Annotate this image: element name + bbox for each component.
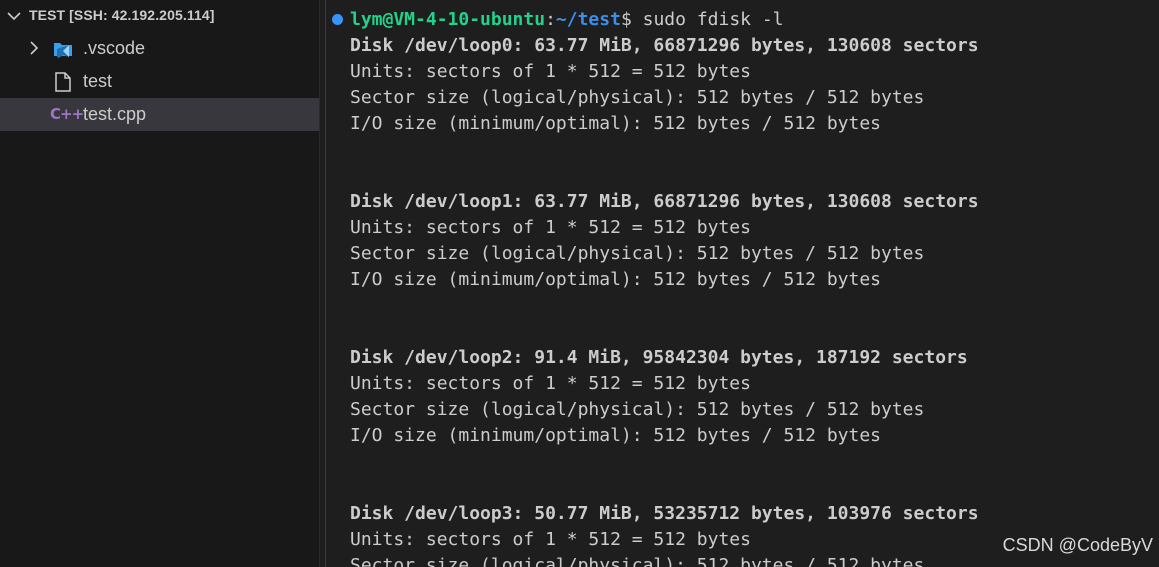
prompt-path: ~/test bbox=[555, 9, 621, 30]
folder-title: TEST [SSH: 42.192.205.114] bbox=[29, 7, 215, 23]
explorer-sidebar: TEST [SSH: 42.192.205.114] .vscode test … bbox=[0, 0, 319, 567]
prompt-command: sudo fdisk -l bbox=[631, 9, 784, 30]
chevron-down-icon[interactable] bbox=[6, 8, 22, 24]
terminal-output-line: Sector size (logical/physical): 512 byte… bbox=[350, 399, 925, 420]
terminal-output-line: Disk /dev/loop1: 63.77 MiB, 66871296 byt… bbox=[350, 191, 979, 212]
watermark: CSDN @CodeByV bbox=[1002, 535, 1153, 555]
tree-item-test-file[interactable]: test bbox=[0, 65, 319, 98]
terminal-prompt-line: lym@VM-4-10-ubuntu:~/test$ sudo fdisk -l bbox=[350, 7, 784, 33]
tree-item-label: test bbox=[83, 71, 113, 91]
terminal-output-line: I/O size (minimum/optimal): 512 bytes / … bbox=[350, 425, 882, 446]
terminal-output-line: Sector size (logical/physical): 512 byte… bbox=[350, 555, 925, 567]
tree-item-label: test.cpp bbox=[83, 104, 147, 124]
terminal-output-line: Units: sectors of 1 * 512 = 512 bytes bbox=[350, 61, 751, 82]
cpp-file-icon: C++ bbox=[50, 105, 84, 123]
file-icon bbox=[55, 72, 71, 92]
terminal-output-line: Sector size (logical/physical): 512 byte… bbox=[350, 243, 925, 264]
sidebar-divider[interactable] bbox=[319, 0, 320, 567]
terminal-output-line: I/O size (minimum/optimal): 512 bytes / … bbox=[350, 269, 882, 290]
terminal-output-line: Units: sectors of 1 * 512 = 512 bytes bbox=[350, 373, 751, 394]
terminal-output-line: Disk /dev/loop0: 63.77 MiB, 66871296 byt… bbox=[350, 35, 979, 56]
prompt-user-host: lym@VM-4-10-ubuntu bbox=[350, 9, 546, 30]
tree-item-label: .vscode bbox=[83, 38, 146, 58]
panel-divider bbox=[325, 0, 326, 567]
terminal-panel[interactable]: lym@VM-4-10-ubuntu:~/test$ sudo fdisk -l… bbox=[330, 0, 1159, 567]
terminal-output-line: Disk /dev/loop2: 91.4 MiB, 95842304 byte… bbox=[350, 347, 968, 368]
prompt-dollar: $ bbox=[620, 9, 632, 30]
folder-header[interactable]: TEST [SSH: 42.192.205.114] bbox=[0, 0, 319, 32]
terminal-output-line: Units: sectors of 1 * 512 = 512 bytes bbox=[350, 217, 751, 238]
vscode-folder-icon bbox=[54, 43, 72, 58]
tree-item-test-cpp[interactable]: C++ test.cpp bbox=[0, 98, 319, 131]
terminal-output-line: Units: sectors of 1 * 512 = 512 bytes bbox=[350, 529, 751, 550]
command-status-dot-icon[interactable] bbox=[332, 14, 343, 25]
tree-item-vscode-folder[interactable]: .vscode bbox=[0, 32, 319, 65]
terminal-output-line: I/O size (minimum/optimal): 512 bytes / … bbox=[350, 113, 882, 134]
terminal-output-line: Disk /dev/loop3: 50.77 MiB, 53235712 byt… bbox=[350, 503, 979, 524]
prompt-colon: : bbox=[545, 9, 556, 30]
chevron-right-icon[interactable] bbox=[26, 40, 42, 56]
vscode-window: TEST [SSH: 42.192.205.114] .vscode test … bbox=[0, 0, 1159, 567]
terminal-output-line: Sector size (logical/physical): 512 byte… bbox=[350, 87, 925, 108]
